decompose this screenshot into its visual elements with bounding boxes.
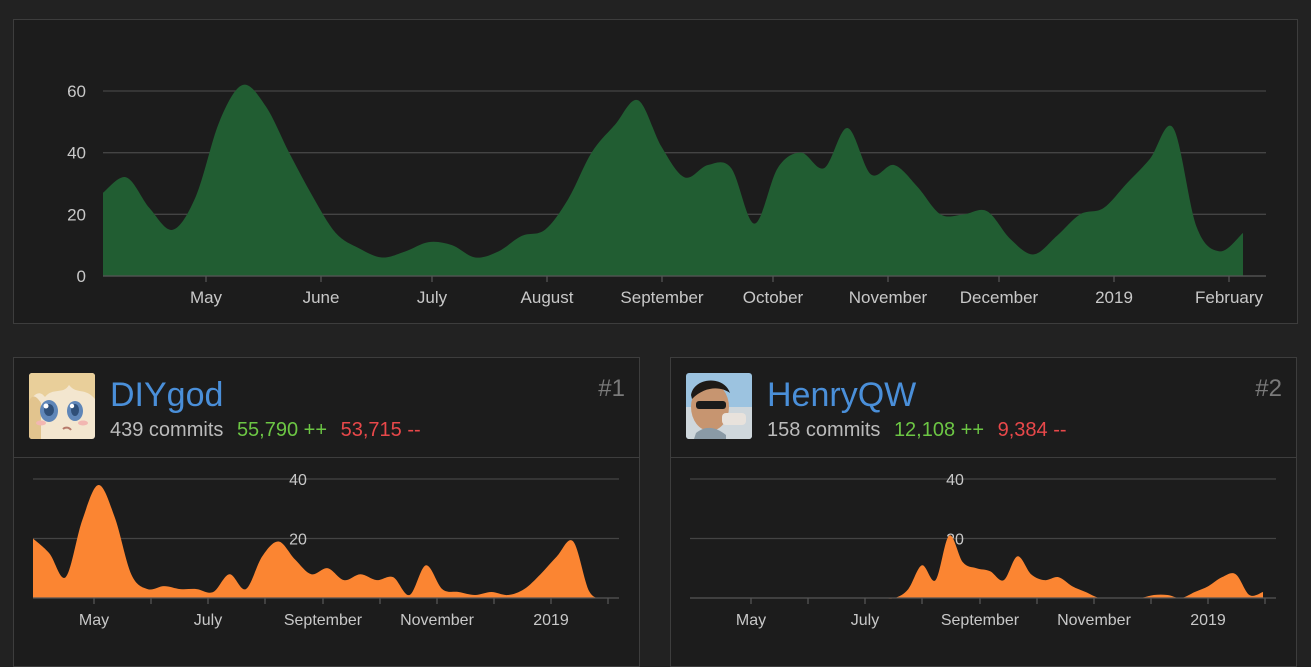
x-tick-label: August	[521, 288, 574, 307]
contributor-header: HenryQW 158 commits 12,108 ++ 9,384 -- #…	[671, 358, 1296, 458]
x-tick-label: September	[620, 288, 703, 307]
x-tick-label: May	[736, 612, 766, 629]
x-tick-label: November	[849, 288, 928, 307]
commit-count: 439 commits	[110, 419, 224, 441]
x-tick-label: November	[400, 612, 474, 629]
activity-area	[103, 84, 1243, 276]
contributor-stats: 158 commits 12,108 ++ 9,384 --	[767, 419, 1067, 442]
y-tick-label: 0	[77, 267, 86, 286]
x-tick-label: July	[417, 288, 448, 307]
x-tick-label: May	[190, 288, 223, 307]
y-tick-label: 40	[289, 472, 307, 489]
y-tick-label: 60	[67, 82, 86, 101]
contributor-card: DIYgod 439 commits 55,790 ++ 53,715 -- #…	[13, 357, 640, 667]
x-tick-label: February	[1195, 288, 1264, 307]
x-tick-label: October	[743, 288, 804, 307]
contributor-activity-chart: 2040May July September November 2019	[690, 472, 1276, 629]
deletions-count: 9,384 --	[997, 419, 1067, 441]
activity-area	[33, 484, 606, 599]
contributor-activity-chart: 20 40 May July September November 2019	[33, 472, 619, 629]
contributor-rank: #2	[1255, 375, 1282, 402]
x-tick-label: July	[194, 612, 222, 629]
contributor-header: DIYgod 439 commits 55,790 ++ 53,715 -- #…	[14, 358, 639, 458]
activity-area	[690, 535, 1263, 599]
person-photo-avatar-icon[interactable]	[686, 373, 752, 439]
anime-avatar-icon[interactable]	[29, 373, 95, 439]
x-tick-label: July	[851, 612, 879, 629]
x-tick-label: 2019	[1095, 288, 1133, 307]
y-tick-label: 40	[67, 144, 86, 163]
contributor-rank: #1	[598, 375, 625, 402]
x-tick-label: 2019	[1190, 612, 1226, 629]
x-tick-label: June	[303, 288, 340, 307]
y-tick-label: 20	[67, 205, 86, 224]
contributor-stats: 439 commits 55,790 ++ 53,715 --	[110, 419, 421, 442]
x-tick-label: 2019	[533, 612, 569, 629]
x-tick-label: May	[79, 612, 109, 629]
additions-count: 55,790 ++	[236, 419, 328, 441]
commit-activity-svg: 0 20 40 60 May June July August September October…	[67, 82, 1266, 307]
x-tick-label: December	[960, 288, 1039, 307]
y-tick-label: 40	[946, 472, 964, 489]
contributor-username-link[interactable]: DIYgod	[110, 376, 223, 415]
additions-count: 12,108 ++	[893, 419, 985, 441]
contributor-card: HenryQW 158 commits 12,108 ++ 9,384 -- #…	[670, 357, 1297, 667]
deletions-count: 53,715 --	[340, 419, 421, 441]
commit-count: 158 commits	[767, 419, 881, 441]
y-tick-label: 20	[289, 532, 307, 549]
contributor-username-link[interactable]: HenryQW	[767, 376, 916, 415]
x-tick-label: November	[1057, 612, 1131, 629]
x-tick-label: September	[284, 612, 363, 629]
x-tick-label: September	[941, 612, 1020, 629]
commit-activity-chart: 0 20 40 60 May June July August September October…	[13, 19, 1298, 324]
